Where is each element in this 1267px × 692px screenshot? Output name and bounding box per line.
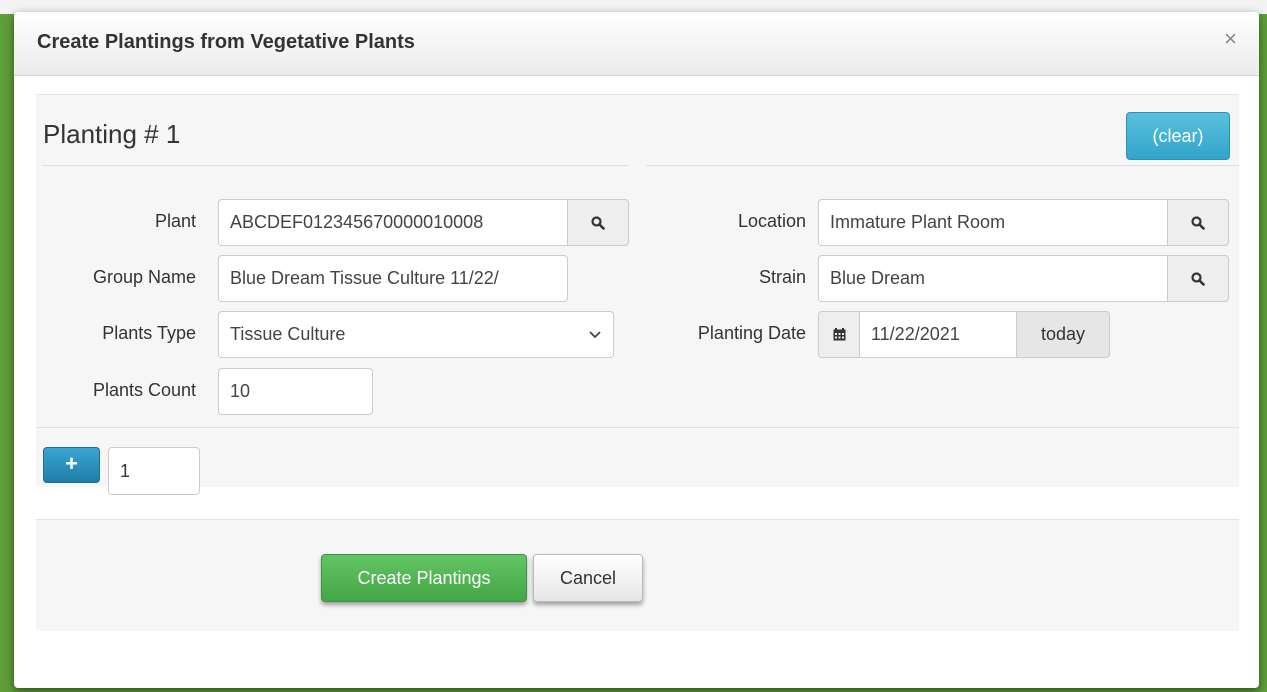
plant-label: Plant <box>154 211 196 231</box>
planting-heading: Planting # 1 <box>43 119 181 149</box>
strain-input[interactable]: Blue Dream <box>818 255 1168 302</box>
group-name-label: Group Name <box>92 267 196 287</box>
calendar-button[interactable] <box>818 311 860 358</box>
plants-count-label: Plants Count <box>92 380 196 400</box>
clear-button[interactable]: (clear) <box>1126 112 1230 160</box>
strain-label: Strain <box>758 267 806 287</box>
create-plantings-dialog: Create Plantings from Vegetative Plants … <box>14 12 1259 688</box>
planting-date-label: Planting Date <box>697 323 806 343</box>
location-input[interactable]: Immature Plant Room <box>818 199 1168 246</box>
search-icon <box>1191 214 1205 231</box>
divider <box>36 427 1239 428</box>
search-icon <box>1191 270 1205 287</box>
strain-search-button[interactable] <box>1167 255 1229 302</box>
chevron-down-icon <box>589 312 601 357</box>
location-label: Location <box>737 211 806 231</box>
plant-search-button[interactable] <box>567 199 629 246</box>
plants-type-label: Plants Type <box>102 323 196 343</box>
calendar-icon <box>833 326 846 343</box>
plants-type-value: Tissue Culture <box>230 324 346 344</box>
group-name-input[interactable]: Blue Dream Tissue Culture 11/22/ <box>218 255 568 302</box>
add-count-input[interactable]: 1 <box>108 447 200 495</box>
plants-count-input[interactable]: 10 <box>218 368 373 415</box>
dialog-header: Create Plantings from Vegetative Plants … <box>14 12 1259 76</box>
close-button[interactable]: × <box>1224 28 1237 50</box>
plants-type-select[interactable]: Tissue Culture <box>218 311 614 358</box>
divider <box>646 165 1239 166</box>
dialog-footer: Create Plantings Cancel <box>36 519 1239 631</box>
plant-input[interactable]: ABCDEF012345670000010008 <box>218 199 568 246</box>
location-search-button[interactable] <box>1167 199 1229 246</box>
cancel-button[interactable]: Cancel <box>533 554 643 602</box>
dialog-title: Create Plantings from Vegetative Plants <box>37 31 415 53</box>
create-plantings-button[interactable]: Create Plantings <box>321 554 527 602</box>
add-planting-button[interactable]: + <box>43 447 100 483</box>
planting-panel: Planting # 1 (clear) Plant ABCDEF0123456… <box>36 94 1239 495</box>
today-button[interactable]: today <box>1016 311 1110 358</box>
search-icon <box>591 214 605 231</box>
divider <box>42 165 628 166</box>
planting-date-input[interactable]: 11/22/2021 <box>859 311 1017 358</box>
